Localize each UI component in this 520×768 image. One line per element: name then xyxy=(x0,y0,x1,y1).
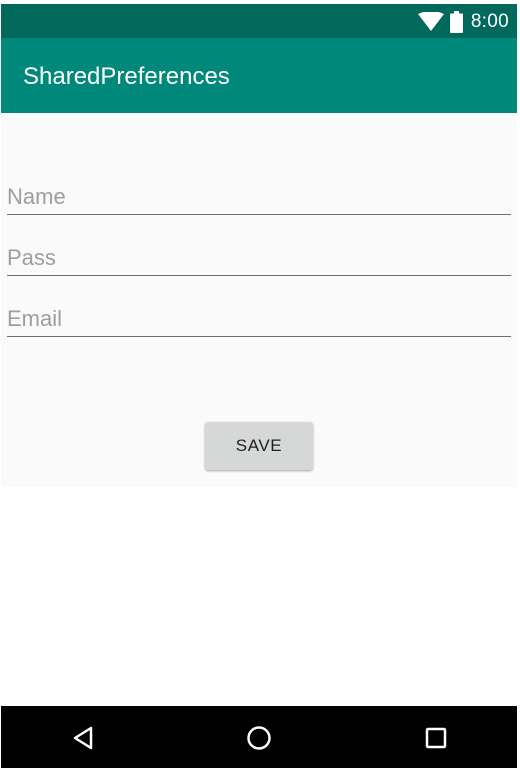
back-button[interactable] xyxy=(69,724,97,752)
content-area: SAVE xyxy=(1,113,517,487)
app-title: SharedPreferences xyxy=(23,63,230,90)
status-icons: 8:00 xyxy=(417,9,509,35)
email-field xyxy=(7,296,511,337)
recents-button[interactable] xyxy=(422,724,450,752)
pass-input[interactable] xyxy=(7,245,511,271)
home-button[interactable] xyxy=(245,724,273,752)
email-input[interactable] xyxy=(7,306,511,332)
recents-icon xyxy=(425,727,447,749)
pass-field xyxy=(7,235,511,276)
battery-icon xyxy=(449,11,463,33)
status-clock: 8:00 xyxy=(470,11,509,32)
navigation-bar xyxy=(1,706,517,768)
wifi-icon xyxy=(417,12,444,32)
save-button[interactable]: SAVE xyxy=(205,422,313,470)
home-icon xyxy=(247,726,271,750)
name-field xyxy=(7,174,511,215)
back-icon xyxy=(73,726,93,750)
status-bar: 8:00 xyxy=(1,4,517,38)
app-bar: SharedPreferences xyxy=(1,38,517,113)
name-input[interactable] xyxy=(7,184,511,210)
